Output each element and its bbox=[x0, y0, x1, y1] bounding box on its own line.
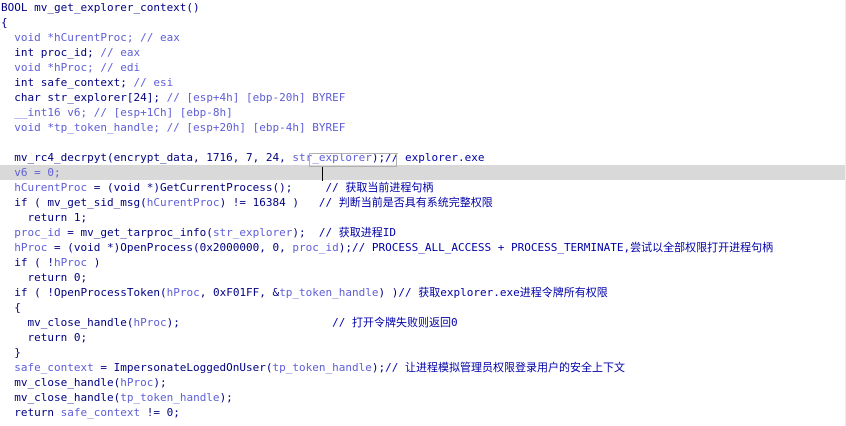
code-line[interactable]: return safe_context != 0; bbox=[0, 405, 846, 420]
code-line[interactable]: __int16 v6; // [esp+1Ch] [ebp-8h] bbox=[0, 105, 846, 120]
code-token: return bbox=[1, 406, 61, 419]
code-token: ); bbox=[166, 316, 333, 329]
code-line[interactable]: char str_explorer[24]; // [esp+4h] [ebp-… bbox=[0, 90, 846, 105]
code-token: ); bbox=[153, 376, 167, 389]
code-token: ); bbox=[219, 391, 233, 404]
code-token: mv_close_handle( bbox=[1, 391, 121, 404]
code-comment: // 获取explorer.exe进程令牌所有权限 bbox=[398, 286, 608, 299]
code-identifier: hCurentProc bbox=[1, 181, 88, 194]
code-token: = (void *)OpenProcess(0x2000000, 0, bbox=[47, 241, 293, 254]
code-identifier: safe_context bbox=[1, 361, 94, 374]
code-identifier: hProc bbox=[1, 241, 48, 254]
code-identifier: str_explorer bbox=[212, 226, 293, 239]
code-identifier: hProc bbox=[133, 316, 167, 329]
code-comment: // 获取进程ID bbox=[318, 226, 397, 239]
code-identifier: proc_id bbox=[1, 226, 61, 239]
code-token: ); bbox=[371, 361, 386, 374]
code-lines: BOOL mv_get_explorer_context() { void *hC… bbox=[0, 0, 846, 420]
code-identifier: v6 = 0; bbox=[1, 166, 61, 179]
code-token: if ( !OpenProcessToken( bbox=[1, 286, 167, 299]
code-line[interactable]: hCurentProc = (void *)GetCurrentProcess(… bbox=[0, 180, 846, 195]
code-comment: // 获取当前进程句柄 bbox=[325, 181, 434, 194]
code-token: mv_close_handle( bbox=[1, 376, 121, 389]
code-token: { bbox=[1, 16, 8, 29]
code-token: ) ) bbox=[378, 286, 399, 299]
code-line[interactable]: hProc = (void *)OpenProcess(0x2000000, 0… bbox=[0, 240, 846, 255]
code-token: = (void *)GetCurrentProcess(); bbox=[87, 181, 326, 194]
code-identifier: proc_id bbox=[292, 241, 339, 254]
code-identifier: hProc bbox=[166, 286, 200, 299]
code-line[interactable]: if ( !hProc ) bbox=[0, 255, 846, 270]
code-token: char str_explorer[24]; bbox=[1, 91, 167, 104]
code-identifier: tp_token_handle bbox=[120, 391, 220, 404]
code-line[interactable]: return 0; bbox=[0, 330, 846, 345]
code-comment: // explorer.exe bbox=[385, 151, 485, 164]
code-token: mv_close_handle( bbox=[1, 316, 134, 329]
code-line[interactable]: return 1; bbox=[0, 210, 846, 225]
code-editor[interactable]: BOOL mv_get_explorer_context() { void *hC… bbox=[0, 0, 846, 426]
code-identifier: // eax bbox=[100, 46, 141, 59]
code-comment: // 打开令牌失败则返回0 bbox=[332, 316, 458, 329]
code-identifier: hProc bbox=[120, 376, 154, 389]
code-line[interactable]: proc_id = mv_get_tarproc_info(str_explor… bbox=[0, 225, 846, 240]
code-line[interactable]: safe_context = ImpersonateLoggedOnUser(t… bbox=[0, 360, 846, 375]
code-line[interactable]: { bbox=[0, 15, 846, 30]
code-comment: // 判断当前是否具有系统完整权限 bbox=[318, 196, 493, 209]
code-line[interactable]: void *hProc; // edi bbox=[0, 60, 846, 75]
code-line[interactable] bbox=[0, 135, 846, 150]
code-token: int proc_id; bbox=[1, 46, 101, 59]
code-token: if ( ! bbox=[1, 256, 54, 269]
code-token: } bbox=[1, 346, 21, 359]
code-token: if ( mv_get_sid_msg( bbox=[1, 196, 147, 209]
code-identifier: // esi bbox=[133, 76, 174, 89]
code-identifier: safe_context bbox=[60, 406, 141, 419]
code-line[interactable]: void *tp_token_handle; // [esp+20h] [ebp… bbox=[0, 120, 846, 135]
code-token: ); bbox=[292, 226, 319, 239]
text-caret bbox=[322, 167, 323, 181]
code-line[interactable]: mv_rc4_decrpyt(encrypt_data, 1716, 7, 24… bbox=[0, 150, 846, 165]
code-token: , 0xF01FF, & bbox=[199, 286, 280, 299]
code-line[interactable]: mv_close_handle(hProc); bbox=[0, 375, 846, 390]
code-token: ) bbox=[87, 256, 101, 269]
code-identifier: void *hProc; // edi bbox=[14, 61, 141, 74]
code-line[interactable]: void *hCurentProc; // eax bbox=[0, 30, 846, 45]
code-line[interactable]: int safe_context; // esi bbox=[0, 75, 846, 90]
token-highlight-box bbox=[309, 153, 397, 167]
code-token: { bbox=[1, 301, 21, 314]
code-identifier: tp_token_handle bbox=[279, 286, 379, 299]
code-identifier: __int16 v6; // [esp+1Ch] [ebp-8h] bbox=[1, 106, 233, 119]
code-token: return 1; bbox=[1, 211, 88, 224]
code-comment: // 让进程模拟管理员权限登录用户的安全上下文 bbox=[385, 361, 625, 374]
code-token: return 0; bbox=[1, 271, 88, 284]
code-identifier: tp_token_handle bbox=[272, 361, 372, 374]
code-token: = ImpersonateLoggedOnUser( bbox=[93, 361, 273, 374]
code-line[interactable]: int proc_id; // eax bbox=[0, 45, 846, 60]
code-line[interactable]: mv_close_handle(tp_token_handle); bbox=[0, 390, 846, 405]
code-identifier: hCurentProc bbox=[146, 196, 220, 209]
code-token: mv_rc4_decrpyt(encrypt_data, 1716, 7, 24… bbox=[1, 151, 293, 164]
code-token: = mv_get_tarproc_info( bbox=[60, 226, 213, 239]
code-line[interactable]: if ( !OpenProcessToken(hProc, 0xF01FF, &… bbox=[0, 285, 846, 300]
code-line[interactable]: v6 = 0; bbox=[0, 165, 846, 180]
code-line[interactable]: } bbox=[0, 345, 846, 360]
code-line[interactable]: if ( mv_get_sid_msg(hCurentProc) != 1638… bbox=[0, 195, 846, 210]
code-line[interactable]: mv_close_handle(hProc); // 打开令牌失败则返回0 bbox=[0, 315, 846, 330]
code-line[interactable]: BOOL mv_get_explorer_context() bbox=[0, 0, 846, 15]
code-line[interactable]: return 0; bbox=[0, 270, 846, 285]
code-token: return 0; bbox=[1, 331, 88, 344]
code-token: ); bbox=[338, 241, 353, 254]
code-token: ) != 16384 ) bbox=[219, 196, 319, 209]
code-identifier: void *tp_token_handle; // [esp+20h] [ebp… bbox=[1, 121, 346, 134]
code-identifier: hProc bbox=[53, 256, 88, 269]
code-token: != 0; bbox=[140, 406, 180, 419]
code-identifier: // [esp+4h] [ebp-20h] BYREF bbox=[166, 91, 346, 104]
code-token: int safe_context; bbox=[1, 76, 134, 89]
code-comment: // PROCESS_ALL_ACCESS + PROCESS_TERMINAT… bbox=[352, 241, 774, 254]
code-identifier: void *hCurentProc; // eax bbox=[14, 31, 180, 44]
code-token: BOOL mv_get_explorer_context() bbox=[1, 1, 200, 14]
code-line[interactable]: { bbox=[0, 300, 846, 315]
